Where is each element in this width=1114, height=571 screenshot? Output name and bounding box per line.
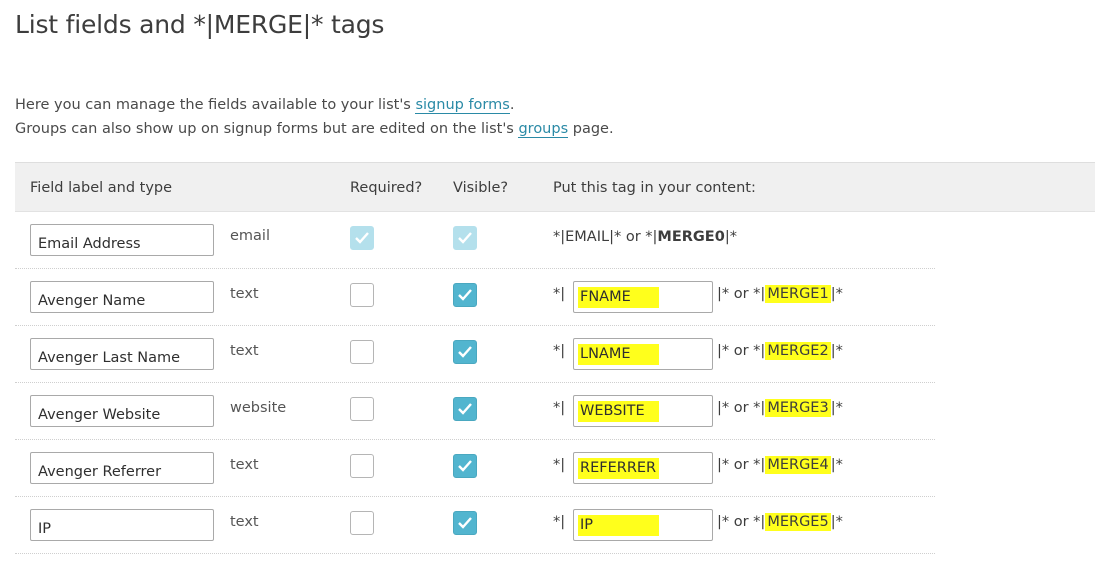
merge-tag-text: |* or *| MERGE5 |* bbox=[717, 513, 843, 531]
checkmark-icon bbox=[458, 517, 472, 529]
checkmark-icon bbox=[458, 289, 472, 301]
tag-middle: |* or *| bbox=[717, 514, 766, 530]
checkmark-icon bbox=[458, 232, 472, 244]
field-type: email bbox=[230, 228, 270, 244]
header-visible: Visible? bbox=[453, 180, 509, 196]
merge-tag-text: *|EMAIL|* or *|MERGE0|* bbox=[553, 229, 737, 245]
required-checkbox[interactable] bbox=[350, 340, 374, 364]
intro-line-2: Groups can also show up on signup forms … bbox=[15, 117, 614, 141]
email-tag-prefix: *|EMAIL|* or *| bbox=[553, 229, 658, 245]
field-type: text bbox=[230, 457, 259, 473]
merge-tag-value: WEBSITE bbox=[580, 403, 645, 419]
table-row: text *| IP |* or *|MERGE5|* bbox=[15, 497, 935, 554]
merge-tag-text: |* or *| MERGE2 |* bbox=[717, 342, 843, 360]
tag-close: |* bbox=[830, 400, 843, 416]
visible-checkbox[interactable] bbox=[453, 454, 477, 478]
tag-open: *| bbox=[553, 514, 566, 530]
tag-open: *| bbox=[553, 286, 566, 302]
required-checkbox[interactable] bbox=[350, 511, 374, 535]
checkmark-icon bbox=[458, 460, 472, 472]
tag-middle: |* or *| bbox=[717, 400, 766, 416]
merge-tag-input[interactable]: REFERRER bbox=[573, 452, 713, 484]
intro-line-2-text: Groups can also show up on signup forms … bbox=[15, 121, 519, 137]
page-title: List fields and *|MERGE|* tags bbox=[15, 10, 385, 39]
tag-close: |* bbox=[830, 286, 843, 302]
required-checkbox bbox=[350, 226, 374, 250]
visible-checkbox[interactable] bbox=[453, 340, 477, 364]
email-merge-tag: MERGE0 bbox=[657, 229, 725, 245]
merge-tag-text: |* or *| MERGE1 |* bbox=[717, 285, 843, 303]
table-row: text *| FNAME |* or *|MERGE1|* bbox=[15, 269, 935, 326]
table-row: text *| LNAME |* or *|MERGE2|* bbox=[15, 326, 935, 383]
intro-line-1-text: Here you can manage the fields available… bbox=[15, 97, 416, 113]
tag-middle: |* or *| bbox=[717, 286, 766, 302]
visible-checkbox[interactable] bbox=[453, 283, 477, 307]
table-row: text *| REFERRER |* or *|MERGE4|* bbox=[15, 440, 935, 497]
email-tag-suffix: |* bbox=[724, 229, 737, 245]
checkmark-icon bbox=[458, 403, 472, 415]
merge-number: MERGE3 bbox=[765, 399, 831, 417]
merge-number: MERGE4 bbox=[765, 456, 831, 474]
field-label-input[interactable] bbox=[30, 452, 214, 484]
field-label-input[interactable] bbox=[30, 224, 214, 256]
tag-open: *| bbox=[553, 457, 566, 473]
intro-line-2-end: page. bbox=[568, 121, 614, 137]
required-checkbox[interactable] bbox=[350, 283, 374, 307]
merge-tag-text: |* or *| MERGE4 |* bbox=[717, 456, 843, 474]
checkmark-icon bbox=[458, 346, 472, 358]
visible-checkbox[interactable] bbox=[453, 511, 477, 535]
required-checkbox[interactable] bbox=[350, 454, 374, 478]
required-checkbox[interactable] bbox=[350, 397, 374, 421]
checkmark-icon bbox=[355, 232, 369, 244]
field-label-input[interactable] bbox=[30, 509, 214, 541]
table-row: website *| WEBSITE |* or *|MERGE3|* bbox=[15, 383, 935, 440]
field-type: text bbox=[230, 286, 259, 302]
tag-close: |* bbox=[830, 457, 843, 473]
header-field-label: Field label and type bbox=[30, 180, 173, 196]
visible-checkbox bbox=[453, 226, 477, 250]
tag-close: |* bbox=[830, 343, 843, 359]
table-row-email: email *|EMAIL|* or *|MERGE0|* bbox=[15, 212, 935, 269]
merge-number: MERGE1 bbox=[765, 285, 831, 303]
intro-text: Here you can manage the fields available… bbox=[15, 93, 614, 141]
intro-line-1-end: . bbox=[509, 97, 515, 113]
signup-forms-link[interactable]: signup forms bbox=[415, 97, 510, 114]
field-type: website bbox=[230, 400, 287, 416]
tag-middle: |* or *| bbox=[717, 343, 766, 359]
merge-tag-input[interactable]: LNAME bbox=[573, 338, 713, 370]
merge-number: MERGE2 bbox=[765, 342, 831, 360]
merge-tag-value: REFERRER bbox=[580, 460, 657, 476]
field-label-input[interactable] bbox=[30, 395, 214, 427]
merge-tag-input[interactable]: FNAME bbox=[573, 281, 713, 313]
tag-close: |* bbox=[830, 514, 843, 530]
merge-tag-input[interactable]: IP bbox=[573, 509, 713, 541]
merge-tag-input[interactable]: WEBSITE bbox=[573, 395, 713, 427]
table-header: Field label and type Required? Visible? … bbox=[15, 162, 1095, 212]
intro-line-1: Here you can manage the fields available… bbox=[15, 93, 614, 117]
tag-open: *| bbox=[553, 343, 566, 359]
field-label-input[interactable] bbox=[30, 281, 214, 313]
field-label-input[interactable] bbox=[30, 338, 214, 370]
header-required: Required? bbox=[350, 180, 423, 196]
field-type: text bbox=[230, 343, 259, 359]
merge-tag-value: FNAME bbox=[580, 289, 631, 305]
groups-link[interactable]: groups bbox=[518, 121, 569, 138]
merge-tag-value: LNAME bbox=[580, 346, 631, 362]
header-tag: Put this tag in your content: bbox=[553, 180, 756, 196]
merge-number: MERGE5 bbox=[765, 513, 831, 531]
tag-open: *| bbox=[553, 400, 566, 416]
merge-tag-value: IP bbox=[580, 517, 594, 533]
visible-checkbox[interactable] bbox=[453, 397, 477, 421]
tag-middle: |* or *| bbox=[717, 457, 766, 473]
field-type: text bbox=[230, 514, 259, 530]
merge-tag-text: |* or *| MERGE3 |* bbox=[717, 399, 843, 417]
